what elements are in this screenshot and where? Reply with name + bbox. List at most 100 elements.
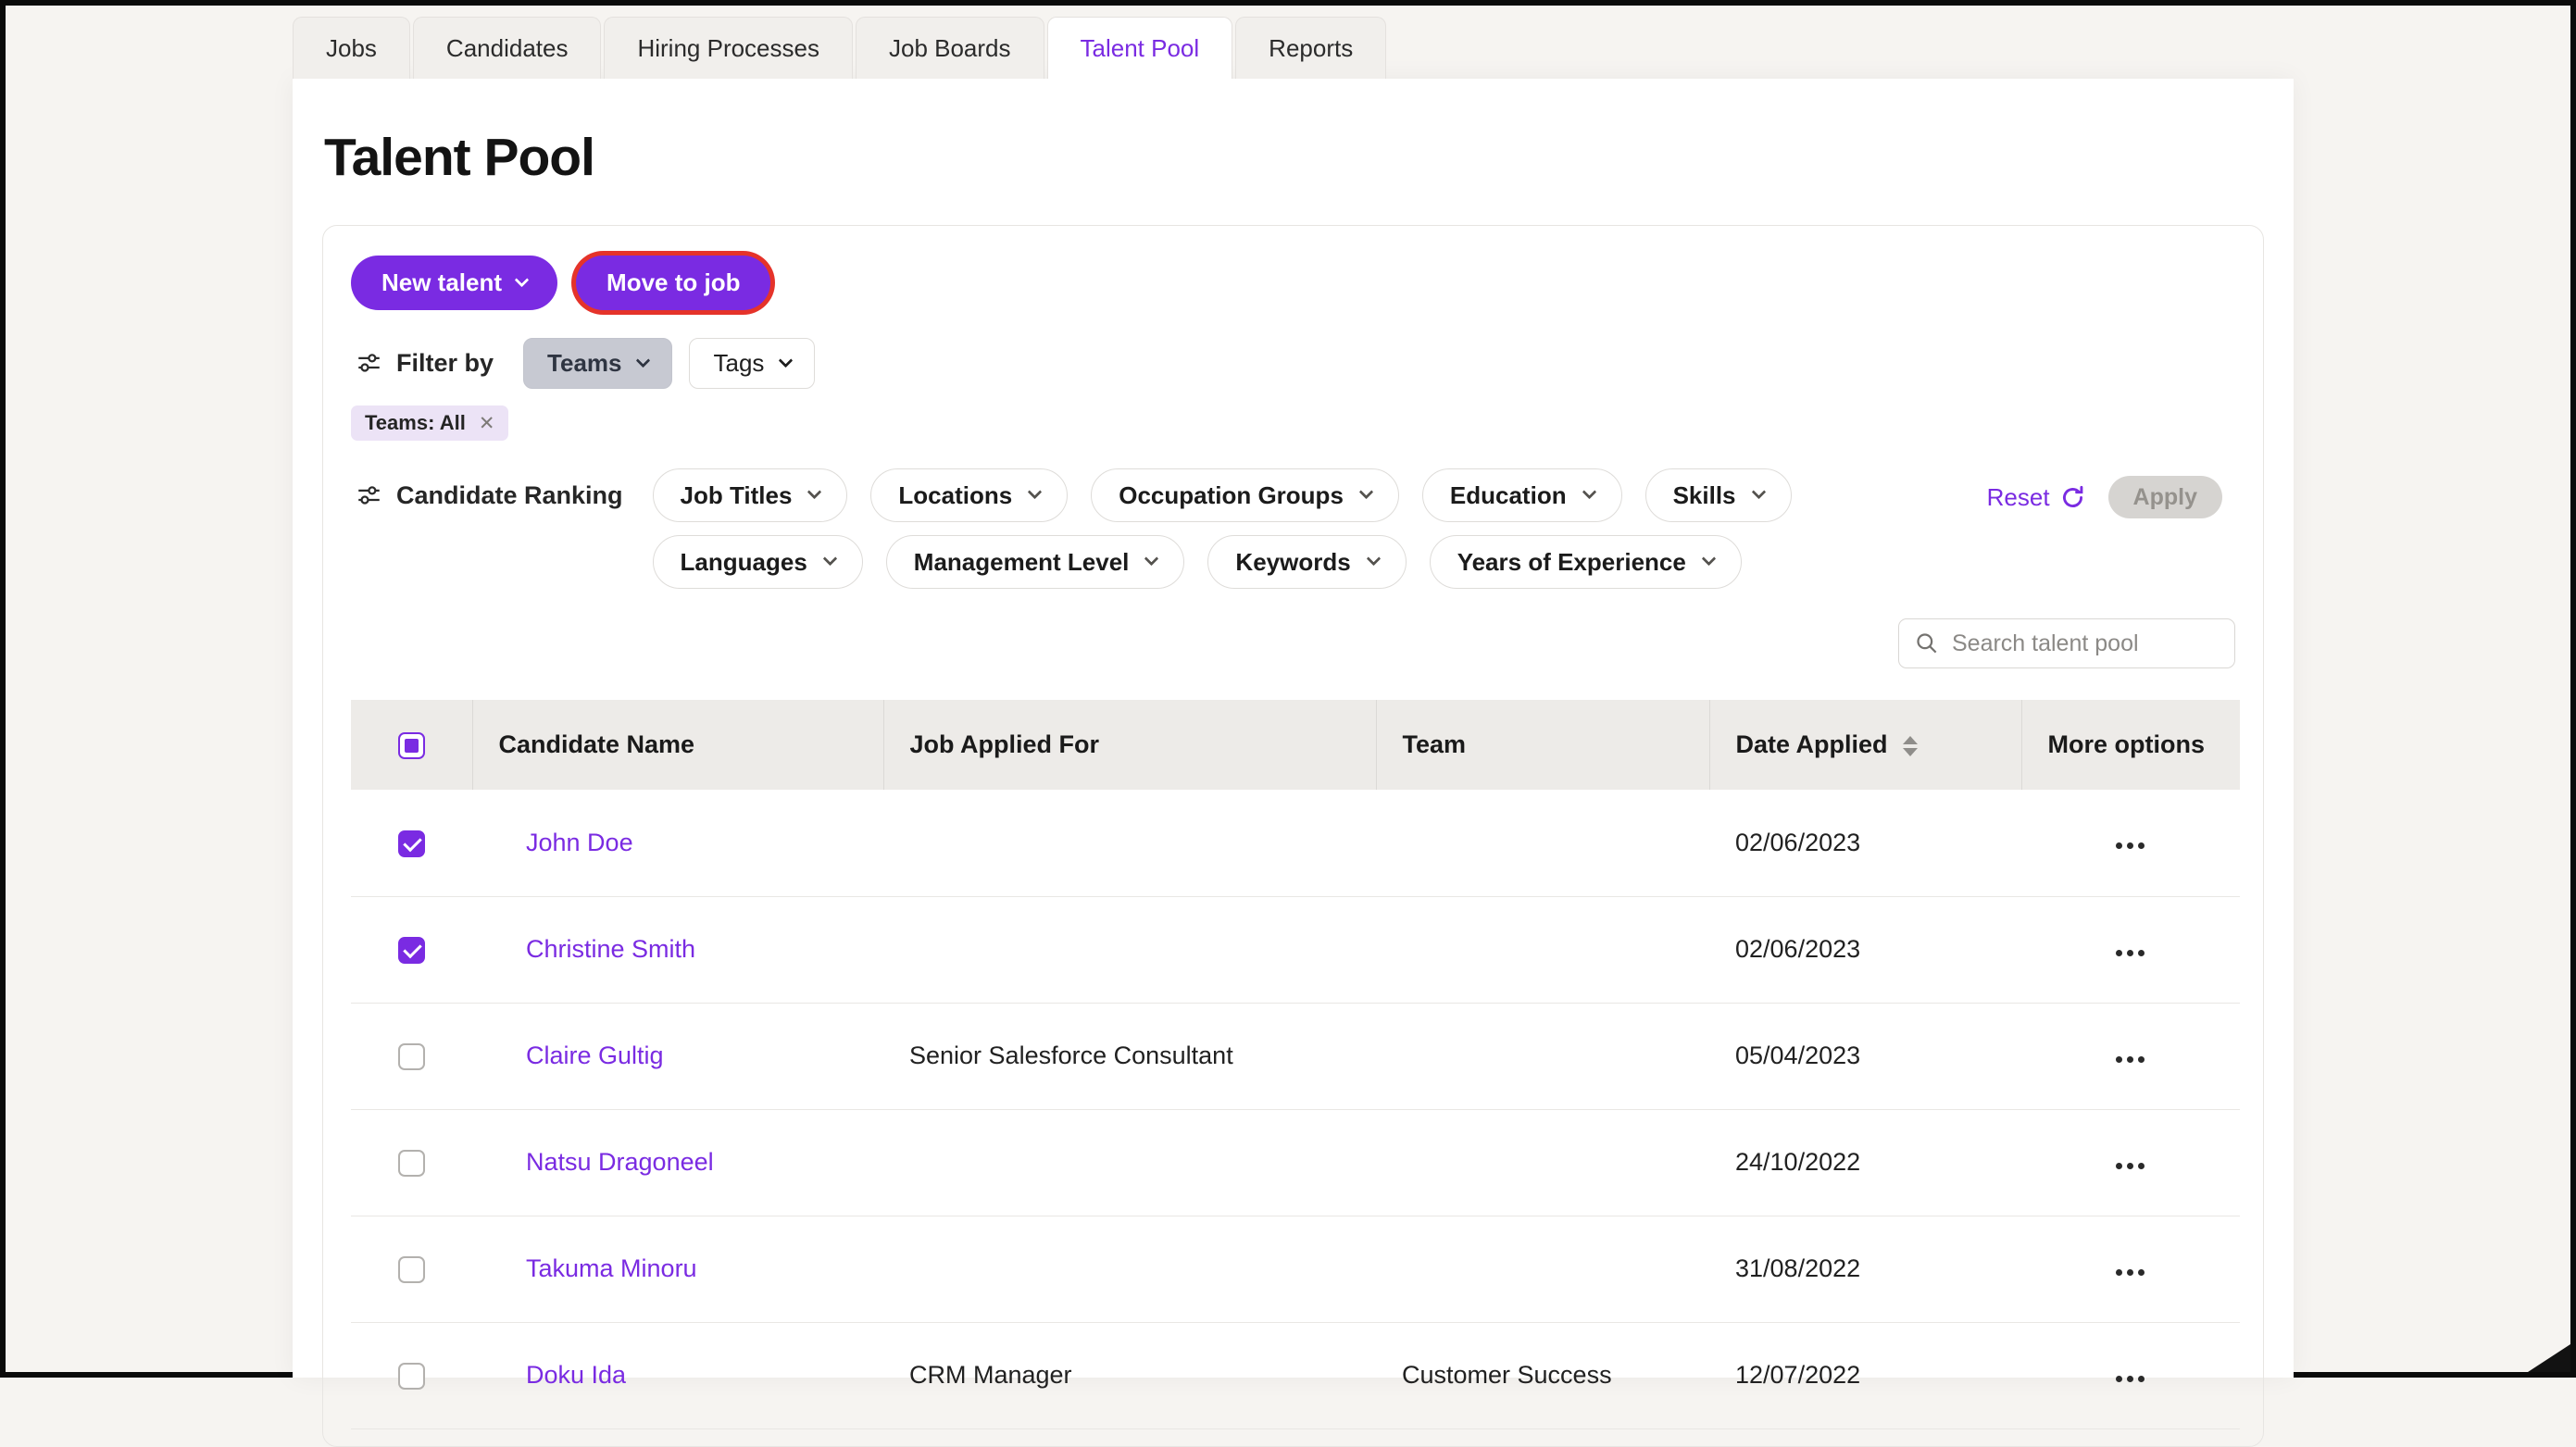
chevron-down-icon xyxy=(1144,552,1159,567)
refresh-icon xyxy=(2059,484,2086,511)
sort-icon[interactable] xyxy=(1903,736,1918,756)
select-all-checkbox[interactable] xyxy=(398,732,425,759)
candidate-ranking-label: Candidate Ranking xyxy=(396,481,623,510)
table-row: Claire Gultig Senior Salesforce Consulta… xyxy=(351,1003,2240,1109)
education-dropdown[interactable]: Education xyxy=(1422,468,1622,522)
job-applied-cell: Senior Salesforce Consultant xyxy=(883,1003,1376,1109)
more-options-button[interactable] xyxy=(2107,941,2154,966)
occupation-groups-dropdown[interactable]: Occupation Groups xyxy=(1091,468,1399,522)
job-applied-cell xyxy=(883,896,1376,1003)
candidate-name-link[interactable]: Claire Gultig xyxy=(526,1042,664,1069)
candidate-ranking-label-group: Candidate Ranking xyxy=(351,481,623,510)
table-row: Doku Ida CRM Manager Customer Success 12… xyxy=(351,1322,2240,1428)
tab-hiring-processes[interactable]: Hiring Processes xyxy=(604,17,853,79)
reset-link[interactable]: Reset xyxy=(1987,483,2086,512)
tab-talent-pool[interactable]: Talent Pool xyxy=(1047,17,1233,79)
row-checkbox[interactable] xyxy=(398,1150,425,1177)
more-options-button[interactable] xyxy=(2107,1366,2154,1391)
row-checkbox[interactable] xyxy=(398,830,425,857)
ranking-chips: Job Titles Locations Occupation Groups E… xyxy=(653,468,1792,589)
chevron-down-icon xyxy=(1751,485,1766,500)
chevron-down-icon xyxy=(1359,485,1374,500)
more-options-button[interactable] xyxy=(2107,833,2154,858)
search-box xyxy=(1898,618,2235,668)
ranking-sliders-icon xyxy=(356,483,381,508)
table-row: Christine Smith 02/06/2023 xyxy=(351,896,2240,1003)
languages-dropdown[interactable]: Languages xyxy=(653,535,863,589)
teams-all-label: Teams: All xyxy=(365,411,466,435)
tab-candidates[interactable]: Candidates xyxy=(413,17,602,79)
talent-pool-card: New talent Move to job Filter by Teams T… xyxy=(322,225,2264,1447)
team-cell xyxy=(1376,1216,1709,1322)
chevron-down-icon xyxy=(823,552,838,567)
chevron-down-icon xyxy=(1028,485,1043,500)
date-applied-cell: 02/06/2023 xyxy=(1709,896,2021,1003)
filter-by-label: Filter by xyxy=(396,349,494,378)
resize-grip xyxy=(2528,1344,2570,1372)
row-checkbox[interactable] xyxy=(398,1043,425,1070)
apply-button[interactable]: Apply xyxy=(2108,476,2222,518)
row-checkbox[interactable] xyxy=(398,1256,425,1283)
more-options-button[interactable] xyxy=(2107,1047,2154,1072)
header-date-applied: Date Applied xyxy=(1709,700,2021,790)
team-cell xyxy=(1376,896,1709,1003)
candidate-name-link[interactable]: Natsu Dragoneel xyxy=(526,1148,714,1176)
move-to-job-label: Move to job xyxy=(606,268,740,297)
chevron-down-icon xyxy=(1702,552,1717,567)
years-of-experience-dropdown[interactable]: Years of Experience xyxy=(1430,535,1742,589)
search-input[interactable] xyxy=(1898,618,2235,668)
more-options-button[interactable] xyxy=(2107,1260,2154,1285)
talent-pool-panel: Talent Pool New talent Move to job Filte… xyxy=(293,79,2294,1378)
search-icon xyxy=(1914,630,1939,655)
tags-dropdown-label: Tags xyxy=(713,349,764,378)
team-cell xyxy=(1376,1003,1709,1109)
actions-row: New talent Move to job xyxy=(351,256,2235,310)
header-job-applied-for: Job Applied For xyxy=(883,700,1376,790)
candidate-name-link[interactable]: John Doe xyxy=(526,829,633,856)
row-checkbox[interactable] xyxy=(398,1363,425,1390)
candidate-ranking-section: Candidate Ranking Job Titles Locations O… xyxy=(351,468,2235,589)
tab-job-boards[interactable]: Job Boards xyxy=(856,17,1044,79)
job-titles-dropdown[interactable]: Job Titles xyxy=(653,468,848,522)
page-title: Talent Pool xyxy=(324,127,2264,188)
move-to-job-button[interactable]: Move to job xyxy=(576,256,770,310)
candidate-name-link[interactable]: Doku Ida xyxy=(526,1361,626,1389)
filter-sliders-icon xyxy=(356,351,381,376)
filter-by-row: Filter by Teams Tags xyxy=(351,338,2235,389)
team-cell xyxy=(1376,1109,1709,1216)
row-checkbox[interactable] xyxy=(398,937,425,964)
locations-dropdown[interactable]: Locations xyxy=(870,468,1068,522)
team-cell xyxy=(1376,790,1709,896)
table-row: Takuma Minoru 31/08/2022 xyxy=(351,1216,2240,1322)
job-applied-cell xyxy=(883,1216,1376,1322)
new-talent-button[interactable]: New talent xyxy=(351,256,557,310)
candidate-name-link[interactable]: Christine Smith xyxy=(526,935,695,963)
top-tab-bar: Jobs Candidates Hiring Processes Job Boa… xyxy=(293,17,1386,79)
table-row: Natsu Dragoneel 24/10/2022 xyxy=(351,1109,2240,1216)
keywords-dropdown[interactable]: Keywords xyxy=(1207,535,1406,589)
chevron-down-icon xyxy=(807,485,822,500)
remove-filter-icon[interactable]: ✕ xyxy=(479,414,495,433)
tab-jobs[interactable]: Jobs xyxy=(293,17,410,79)
active-filters: Teams: All ✕ xyxy=(351,405,2235,441)
team-cell: Customer Success xyxy=(1376,1322,1709,1428)
tab-reports[interactable]: Reports xyxy=(1235,17,1386,79)
job-applied-cell xyxy=(883,790,1376,896)
teams-filter-dropdown[interactable]: Teams xyxy=(523,338,672,389)
header-more-options: More options xyxy=(2021,700,2240,790)
candidate-name-link[interactable]: Takuma Minoru xyxy=(526,1254,697,1282)
teams-all-filter-chip: Teams: All ✕ xyxy=(351,405,508,441)
more-options-button[interactable] xyxy=(2107,1154,2154,1179)
skills-dropdown[interactable]: Skills xyxy=(1645,468,1792,522)
new-talent-label: New talent xyxy=(381,268,502,297)
header-candidate-name: Candidate Name xyxy=(472,700,883,790)
teams-dropdown-label: Teams xyxy=(547,349,621,378)
date-applied-cell: 31/08/2022 xyxy=(1709,1216,2021,1322)
date-applied-cell: 02/06/2023 xyxy=(1709,790,2021,896)
ranking-actions: Reset Apply xyxy=(1987,476,2222,518)
management-level-dropdown[interactable]: Management Level xyxy=(886,535,1185,589)
talent-table: Candidate Name Job Applied For Team Date… xyxy=(351,700,2235,1429)
tags-filter-dropdown[interactable]: Tags xyxy=(689,338,815,389)
chevron-down-icon xyxy=(1582,485,1596,500)
table-header-row: Candidate Name Job Applied For Team Date… xyxy=(351,700,2240,790)
